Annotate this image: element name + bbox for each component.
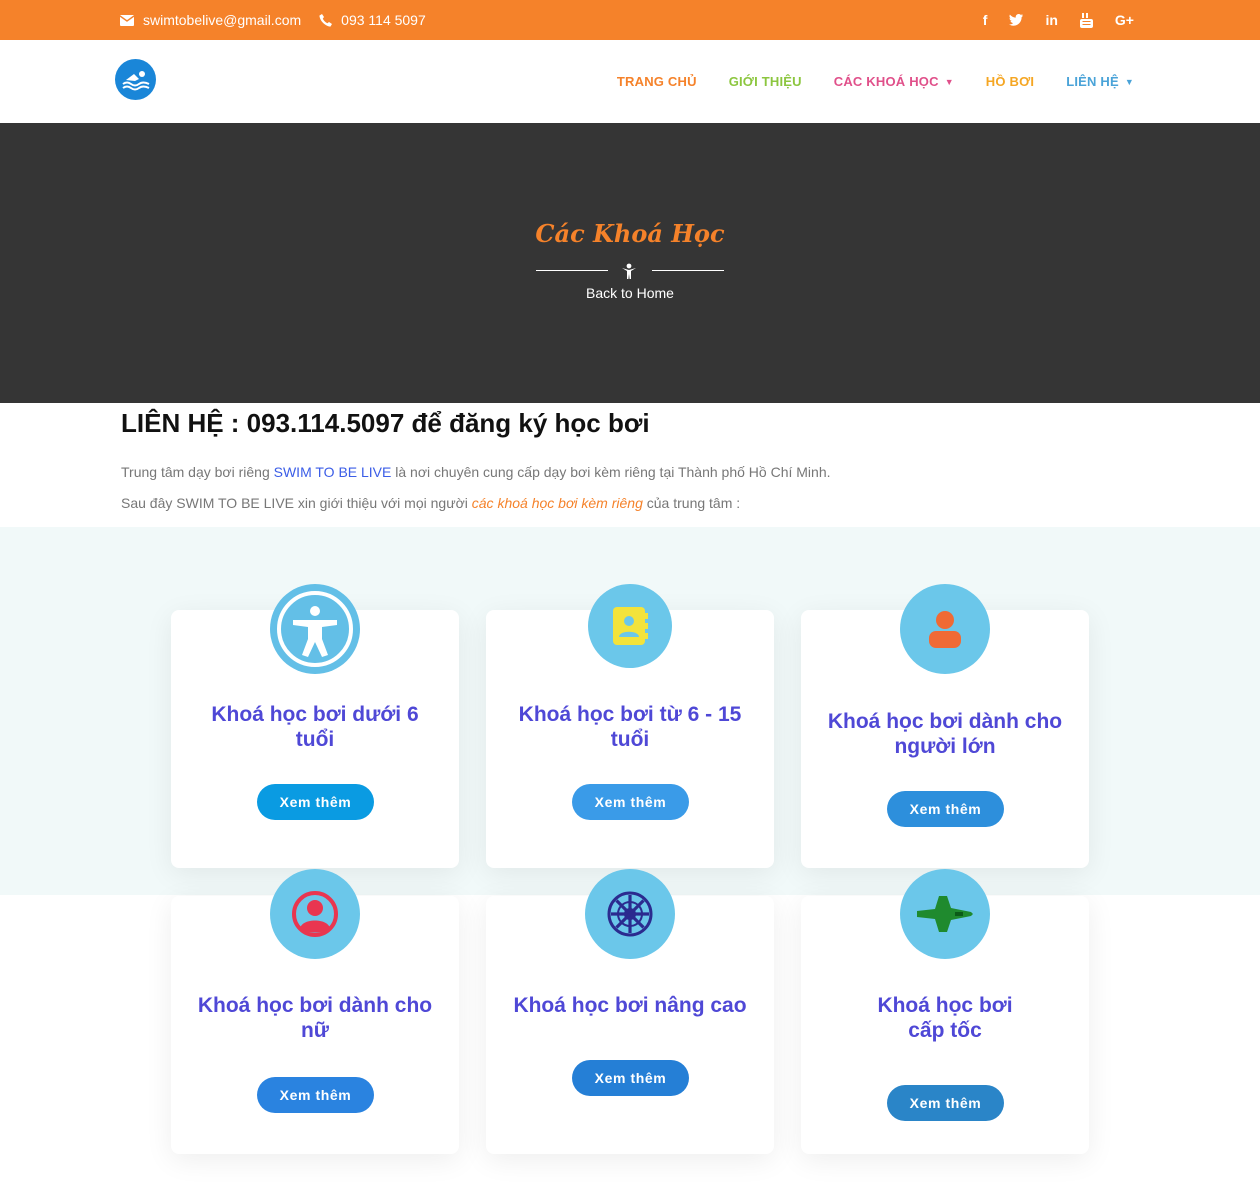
intro-text: là nơi chuyên cung cấp dạy bơi kèm riêng…: [391, 464, 831, 480]
accessibility-icon: [270, 584, 360, 674]
view-more-button[interactable]: Xem thêm: [887, 1085, 1004, 1121]
swimmer-logo-icon[interactable]: [115, 59, 156, 100]
course-title: Khoá học bơi dưới 6 tuổi: [211, 703, 419, 751]
nav-item-courses[interactable]: CÁC KHOÁ HỌC ▼: [834, 74, 954, 89]
course-title: Khoá học bơi dành cho người lớn: [827, 710, 1063, 758]
phone-text: 093 114 5097: [341, 12, 426, 28]
nav-item-contact[interactable]: LIÊN HỆ ▼: [1066, 74, 1134, 89]
caret-down-icon: ▼: [1124, 76, 1134, 87]
user-circle-icon: [270, 869, 360, 959]
galactic-emblem-icon: [585, 869, 675, 959]
nav-label: GIỚI THIỆU: [728, 74, 802, 89]
main-navbar: TRANG CHỦ GIỚI THIỆU CÁC KHOÁ HỌC ▼ HỒ BƠ…: [0, 40, 1260, 123]
page-title: Các Khoá Học: [535, 219, 725, 248]
envelope-icon: [120, 14, 134, 26]
back-to-home-link[interactable]: Back to Home: [0, 285, 1260, 301]
nav-item-about[interactable]: GIỚI THIỆU: [729, 74, 802, 89]
top-bar: swimtobelive@gmail.com 093 114 5097 f in…: [0, 0, 1260, 40]
youtube-icon[interactable]: [1079, 12, 1093, 28]
title-divider: [536, 263, 724, 279]
intro-text: Sau đây SWIM TO BE LIVE xin giới thiệu v…: [121, 495, 472, 511]
google-plus-icon[interactable]: G+: [1115, 12, 1134, 28]
course-card: Khoá học bơi dành cho nữ Xem thêm: [171, 869, 459, 1154]
courses-link[interactable]: các khoá học bơi kèm riêng: [472, 495, 643, 511]
linkedin-icon[interactable]: in: [1045, 12, 1057, 28]
contact-heading: LIÊN HỆ : 093.114.5097 để đăng ký học bơ…: [121, 408, 650, 438]
page-banner: Các Khoá Học Back to Home: [0, 123, 1260, 403]
view-more-button[interactable]: Xem thêm: [887, 791, 1004, 827]
nav-label: TRANG CHỦ: [616, 74, 697, 89]
facebook-icon[interactable]: f: [983, 12, 988, 28]
view-more-button[interactable]: Xem thêm: [257, 1077, 374, 1113]
intro-section: LIÊN HỆ : 093.114.5097 để đăng ký học bơ…: [121, 408, 1141, 519]
nav-item-home[interactable]: TRANG CHỦ: [617, 74, 697, 89]
intro-paragraph-1: Trung tâm dạy bơi riêng SWIM TO BE LIVE …: [121, 457, 1141, 488]
course-card: Khoá học bơi dưới 6 tuổi Xem thêm: [171, 584, 459, 868]
intro-text: của trung tâm :: [642, 495, 741, 511]
nav-label: LIÊN HỆ: [1066, 74, 1119, 89]
person-icon: [622, 263, 636, 284]
phone-icon: [319, 13, 333, 27]
course-card: Khoá học bơi từ 6 - 15 tuổi Xem thêm: [486, 584, 774, 868]
course-title: Khoá học bơi từ 6 - 15 tuổi: [518, 703, 742, 751]
user-icon: [900, 584, 990, 674]
course-title: Khoá học bơi dành cho nữ: [197, 994, 433, 1042]
social-links: f in G+: [961, 0, 1134, 40]
nav-label: CÁC KHOÁ HỌC: [833, 74, 939, 89]
course-card: Khoá học bơi dành cho người lớn Xem thêm: [801, 584, 1089, 868]
twitter-icon[interactable]: [1009, 14, 1024, 26]
course-title: Khoá học bơi cấp tốc: [877, 994, 1013, 1042]
main-menu: TRANG CHỦ GIỚI THIỆU CÁC KHOÁ HỌC ▼ HỒ BƠ…: [585, 40, 1134, 123]
nav-label: HỒ BƠI: [985, 74, 1035, 89]
intro-paragraph-2: Sau đây SWIM TO BE LIVE xin giới thiệu v…: [121, 488, 1141, 519]
view-more-button[interactable]: Xem thêm: [572, 784, 689, 820]
space-shuttle-icon: [900, 869, 990, 959]
email-text: swimtobelive@gmail.com: [143, 12, 302, 28]
brand-link[interactable]: SWIM TO BE LIVE: [274, 464, 392, 480]
caret-down-icon: ▼: [944, 76, 954, 87]
email-contact[interactable]: swimtobelive@gmail.com: [120, 12, 301, 28]
nav-item-pools[interactable]: HỒ BƠI: [986, 74, 1034, 89]
course-card: Khoá học bơi nâng cao Xem thêm: [486, 869, 774, 1154]
course-card: Khoá học bơi cấp tốc Xem thêm: [801, 869, 1089, 1154]
course-title: Khoá học bơi nâng cao: [513, 994, 747, 1017]
view-more-button[interactable]: Xem thêm: [572, 1060, 689, 1096]
contact-book-icon: [588, 584, 672, 668]
phone-contact[interactable]: 093 114 5097: [319, 12, 426, 28]
intro-text: Trung tâm dạy bơi riêng: [121, 464, 274, 480]
view-more-button[interactable]: Xem thêm: [257, 784, 374, 820]
contact-info: swimtobelive@gmail.com 093 114 5097: [120, 0, 444, 40]
